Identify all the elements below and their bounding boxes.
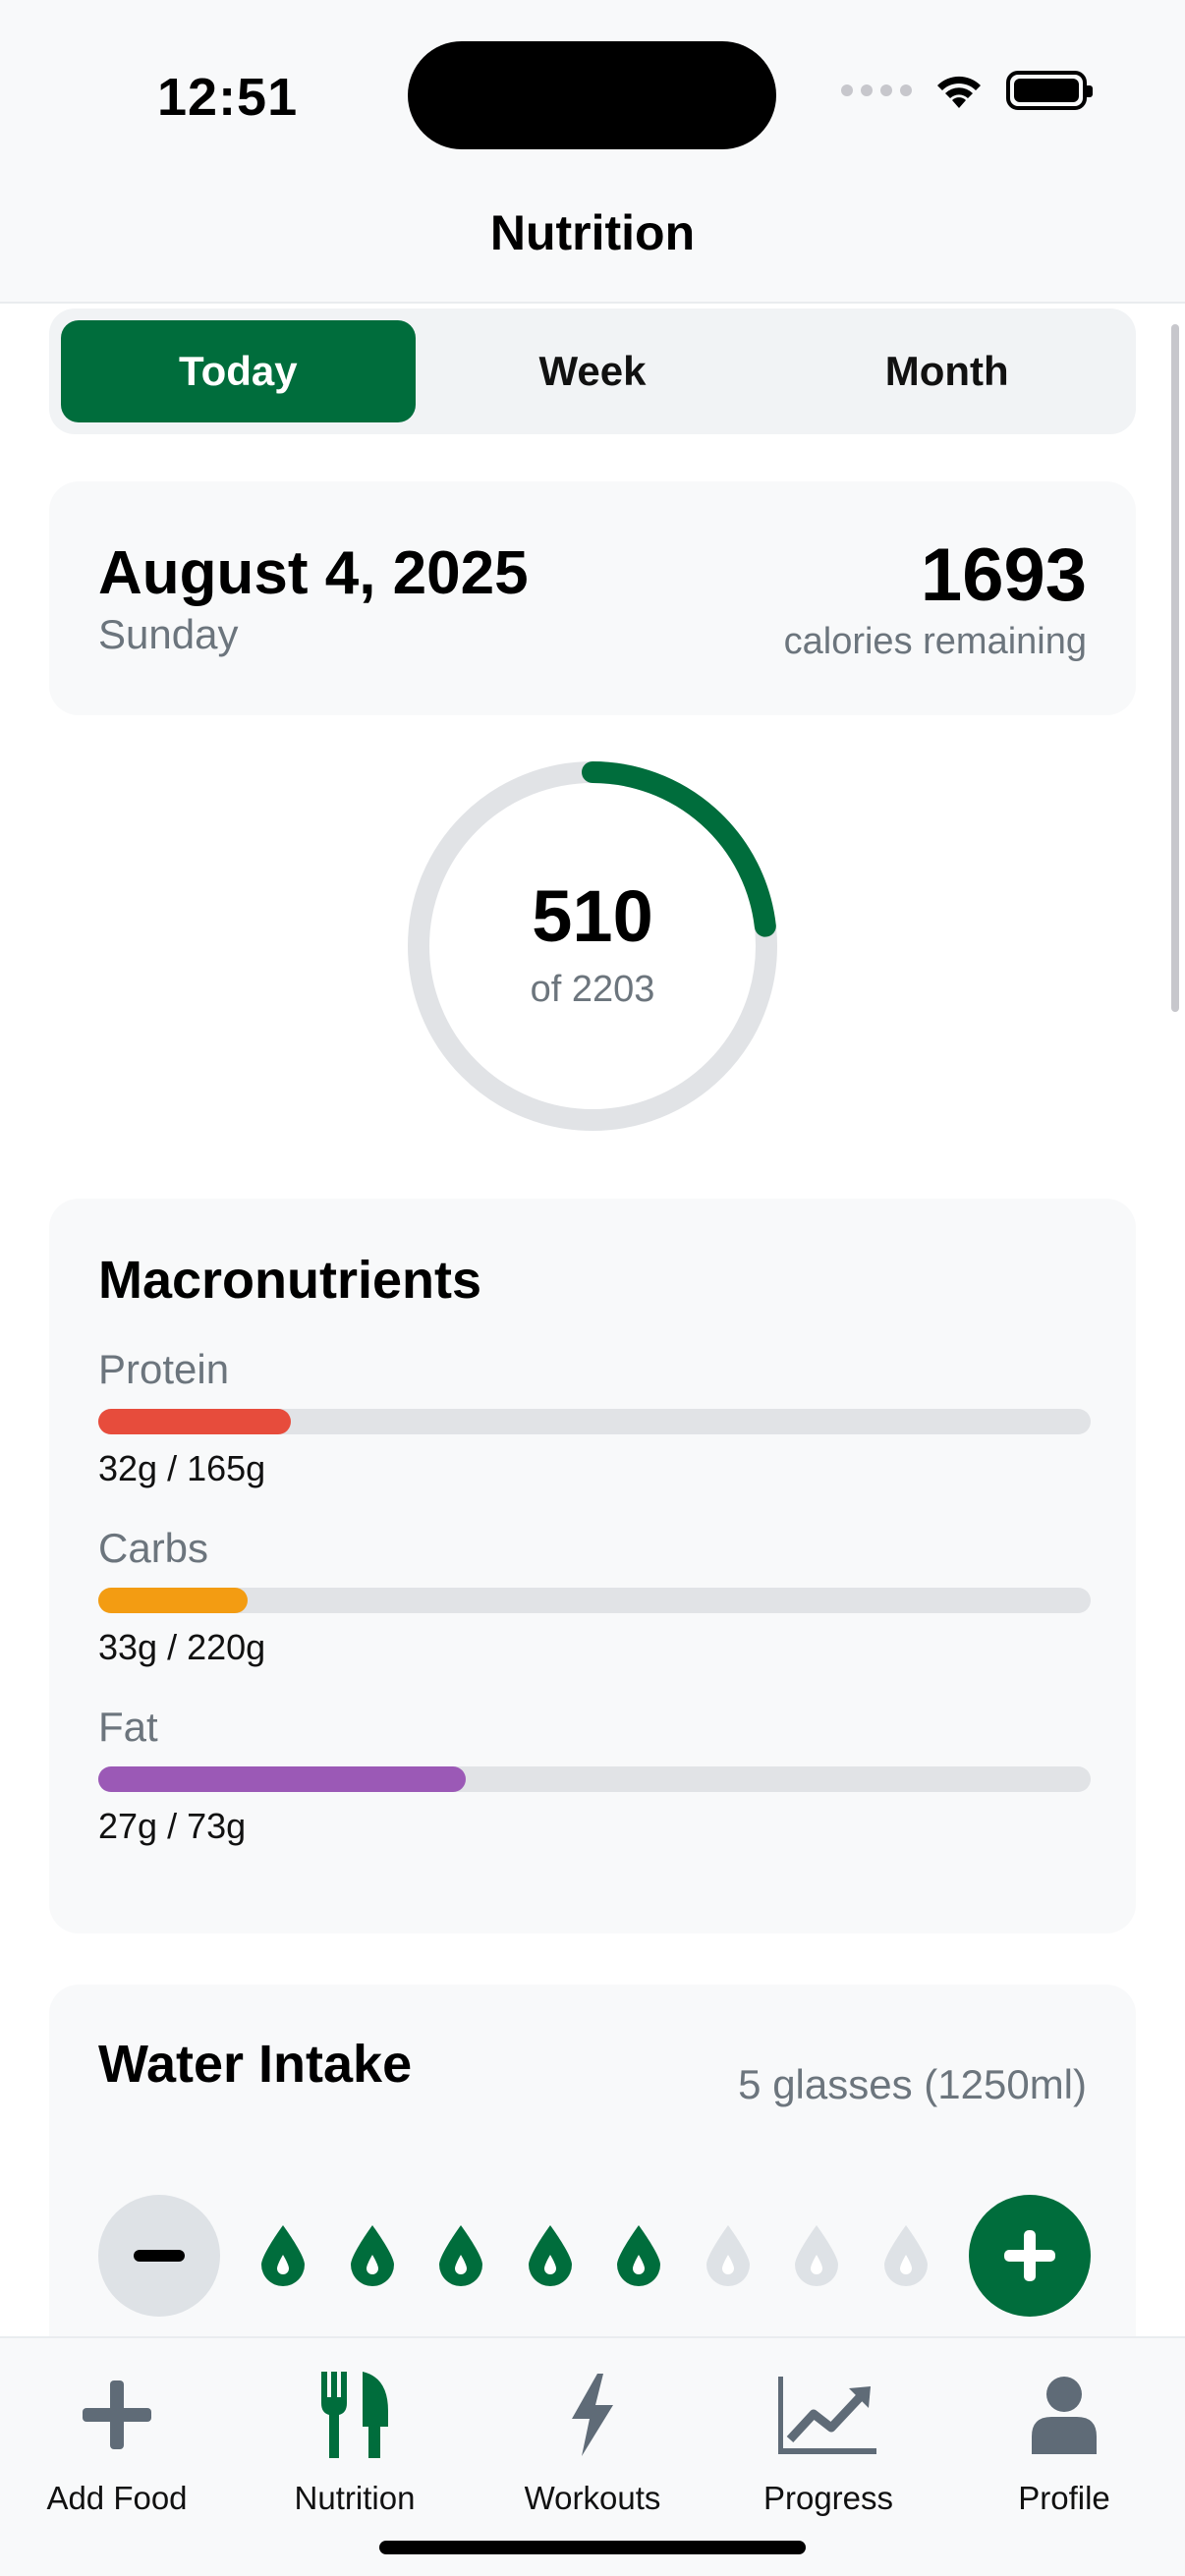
chart-line-icon (778, 2377, 876, 2454)
minus-icon (134, 2250, 185, 2262)
macro-name: Carbs (98, 1525, 209, 1571)
water-drop-filled-icon[interactable] (525, 2221, 576, 2290)
tab-workouts[interactable]: Workouts (484, 2356, 701, 2517)
tab-progress[interactable]: Progress (720, 2356, 936, 2517)
macro-name: Protein (98, 1346, 230, 1392)
home-indicator[interactable] (379, 2541, 806, 2554)
lightning-icon (572, 2374, 613, 2456)
water-amount-label: 5 glasses (1250ml) (738, 2061, 1087, 2107)
water-glasses-row (98, 2195, 1091, 2317)
macro-value: 27g / 73g (98, 1806, 247, 1846)
water-intake-card: Water Intake 5 glasses (1250ml) (49, 1985, 1136, 2397)
water-drop-empty-icon[interactable] (880, 2221, 931, 2290)
fork-knife-icon (321, 2372, 388, 2458)
plus-icon (83, 2380, 151, 2449)
top-bar: 12:51 Nutrition (0, 0, 1185, 304)
macro-fat: Fat 27g / 73g (98, 1704, 1091, 1847)
calories-remaining-value: 1693 (920, 533, 1087, 617)
water-drop-empty-icon[interactable] (703, 2221, 754, 2290)
macro-progress-fill (98, 1409, 291, 1434)
status-icons (841, 71, 1093, 110)
remove-water-button[interactable] (98, 2195, 220, 2317)
tab-label: Workouts (524, 2480, 661, 2516)
water-drop-empty-icon[interactable] (791, 2221, 842, 2290)
battery-icon (1006, 71, 1093, 110)
water-intake-title: Water Intake (98, 2035, 413, 2094)
water-drop-filled-icon[interactable] (347, 2221, 398, 2290)
macro-progress-bar (98, 1588, 1091, 1613)
macro-progress-fill (98, 1766, 466, 1792)
calorie-goal-label: of 2203 (530, 969, 655, 1010)
plus-icon (1003, 2230, 1055, 2281)
macronutrients-title: Macronutrients (98, 1251, 482, 1310)
macro-protein: Protein 32g / 165g (98, 1346, 1091, 1489)
tab-profile[interactable]: Profile (956, 2356, 1172, 2517)
scroll-indicator[interactable] (1171, 324, 1179, 1012)
macronutrients-card: Macronutrients Protein 32g / 165g Carbs … (49, 1199, 1136, 1933)
calorie-progress-ring: 510 of 2203 (405, 758, 780, 1134)
tab-add-food[interactable]: Add Food (9, 2356, 225, 2517)
macro-progress-bar (98, 1409, 1091, 1434)
water-drop-filled-icon[interactable] (257, 2221, 309, 2290)
calories-remaining-label: calories remaining (783, 621, 1087, 662)
tab-nutrition[interactable]: Nutrition (247, 2356, 463, 2517)
page-title: Nutrition (489, 205, 696, 260)
period-segmented-control: Today Week Month (49, 308, 1136, 434)
tab-label: Profile (1018, 2480, 1110, 2516)
wifi-icon (937, 76, 981, 108)
macro-value: 33g / 220g (98, 1627, 266, 1667)
date-label: August 4, 2025 (98, 539, 529, 607)
cellular-signal-icon (841, 84, 912, 96)
macro-name: Fat (98, 1704, 158, 1750)
segment-month[interactable]: Month (769, 320, 1124, 422)
status-time: 12:51 (157, 68, 299, 127)
person-icon (1032, 2377, 1097, 2454)
tab-label: Nutrition (294, 2480, 416, 2516)
macro-progress-bar (98, 1766, 1091, 1792)
macro-value: 32g / 165g (98, 1448, 266, 1488)
dynamic-island (408, 41, 776, 149)
date-summary-card: August 4, 2025 Sunday 1693 calories rema… (49, 481, 1136, 715)
water-drop-filled-icon[interactable] (435, 2221, 486, 2290)
tab-label: Add Food (46, 2480, 188, 2516)
calories-consumed-value: 510 (532, 875, 653, 957)
water-drop-filled-icon[interactable] (613, 2221, 664, 2290)
macro-carbs: Carbs 33g / 220g (98, 1525, 1091, 1668)
macro-progress-fill (98, 1588, 248, 1613)
add-water-button[interactable] (968, 2195, 1091, 2317)
segment-week[interactable]: Week (416, 320, 770, 422)
tab-label: Progress (762, 2480, 894, 2516)
segment-today[interactable]: Today (61, 320, 416, 422)
weekday-label: Sunday (98, 611, 239, 657)
